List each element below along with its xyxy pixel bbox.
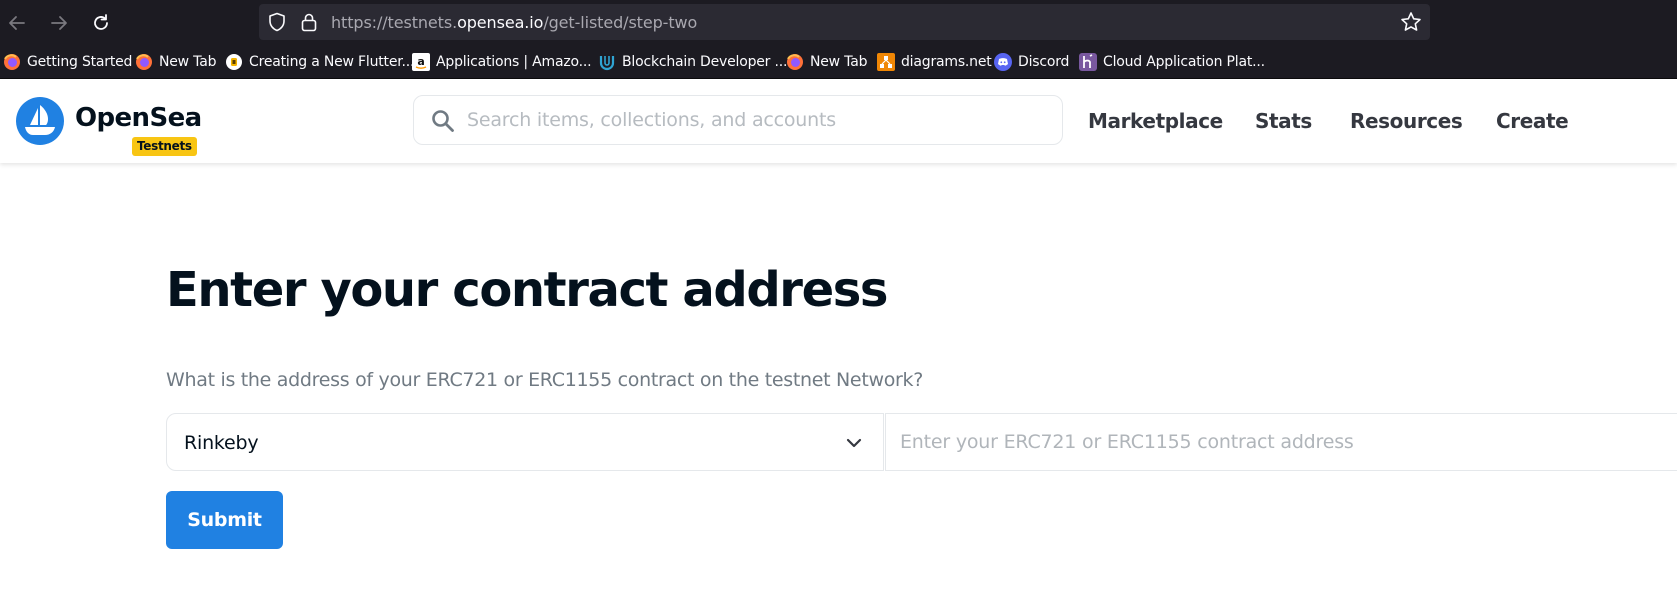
bookmark-item[interactable]: New Tab [786,52,867,72]
page-title: Enter your contract address [166,262,888,318]
back-button[interactable] [4,10,30,36]
bookmark-star-icon[interactable] [1400,11,1422,38]
browser-toolbar: https://testnets.opensea.io/get-listed/s… [0,0,1677,46]
nav-create[interactable]: Create [1496,109,1569,133]
firefox-icon [3,53,21,71]
url-path: /get-listed/step-two [543,13,698,32]
contract-question: What is the address of your ERC721 or ER… [166,369,924,391]
forward-arrow-icon [51,16,67,30]
diagrams-icon [877,53,895,71]
firefox-icon [135,53,153,71]
bookmark-item[interactable]: Getting Started [3,52,132,72]
network-select-value: Rinkeby [184,432,259,454]
back-arrow-icon [9,16,25,30]
testnets-badge: Testnets [132,137,197,156]
search-bar[interactable] [413,95,1063,145]
shield-icon[interactable] [267,12,287,32]
udemy-icon [598,53,616,71]
nav-marketplace[interactable]: Marketplace [1088,109,1223,133]
bookmark-label: Getting Started [27,54,133,70]
heroku-icon [1079,53,1097,71]
bookmark-label: Applications | Amazo... [436,54,592,70]
url-host: opensea.io [457,13,544,32]
amazon-icon: a [412,53,430,71]
firefox-icon [786,53,804,71]
opensea-logo-icon[interactable] [16,97,64,145]
bookmark-label: diagrams.net [901,54,992,70]
bookmark-label: New Tab [810,54,868,70]
bookmark-item[interactable]: Discord [994,52,1069,72]
chevron-down-icon [846,438,862,448]
url-bar[interactable]: https://testnets.opensea.io/get-listed/s… [259,4,1430,40]
nav-resources[interactable]: Resources [1350,109,1463,133]
flutter-icon [225,53,243,71]
bookmark-label: Creating a New Flutter... [249,54,415,70]
nav-stats[interactable]: Stats [1255,109,1312,133]
site-header: OpenSea Testnets Marketplace Stats Resou… [0,79,1677,163]
svg-text:a: a [417,55,424,68]
bookmark-item[interactable]: Cloud Application Plat... [1079,52,1265,72]
submit-button[interactable]: Submit [166,491,283,549]
url-prefix: https://testnets. [331,13,458,32]
reload-button[interactable] [88,10,114,36]
bookmark-label: New Tab [159,54,217,70]
discord-icon [994,53,1012,71]
bookmark-label: Cloud Application Plat... [1103,54,1265,70]
lock-icon[interactable] [299,12,319,32]
bookmark-item[interactable]: Blockchain Developer ... [598,52,787,72]
bookmark-item[interactable]: New Tab [135,52,216,72]
bookmark-item[interactable]: a Applications | Amazo... [412,52,592,72]
network-select[interactable]: Rinkeby [166,413,884,471]
bookmark-label: Discord [1018,54,1070,70]
forward-button[interactable] [46,10,72,36]
contract-address-input[interactable] [885,413,1677,471]
bookmark-item[interactable]: diagrams.net [877,52,992,72]
brand-name[interactable]: OpenSea [75,103,202,133]
search-icon [432,110,454,132]
url-text[interactable]: https://testnets.opensea.io/get-listed/s… [331,13,697,32]
bookmark-label: Blockchain Developer ... [622,54,788,70]
search-input[interactable] [467,104,1047,136]
bookmark-item[interactable]: Creating a New Flutter... [225,52,414,72]
bookmarks-bar: Getting Started New Tab Creating a New F… [0,46,1677,79]
reload-icon [94,14,108,30]
